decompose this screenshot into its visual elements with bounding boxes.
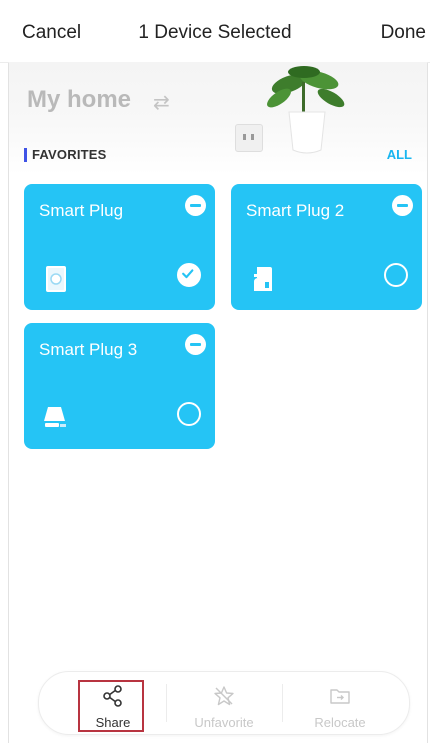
action-divider [166,684,167,722]
unfavorite-label: Unfavorite [194,715,254,730]
device-name: Smart Plug 3 [39,340,138,359]
swap-arrows-icon[interactable]: ⇄ [153,90,170,115]
favorites-accent-bar [24,148,27,162]
unfavorite-star-icon [214,686,234,706]
relocate-label: Relocate [314,715,366,730]
remove-favorite-icon[interactable] [392,195,413,216]
device-card-smart-plug-2[interactable]: Smart Plug 2 [231,184,422,310]
smart-plug-side-icon [254,267,272,291]
page-title: 1 Device Selected [138,22,292,43]
favorites-label: FAVORITES [32,147,107,162]
top-navigation-bar: Cancel 1 Device Selected Done [0,0,430,63]
selection-checkbox[interactable] [177,402,201,426]
action-divider [282,684,283,722]
favorites-header: FAVORITES ALL [24,146,412,166]
relocate-folder-icon [330,689,350,704]
device-name: Smart Plug [39,201,124,220]
smart-plug-lamp-icon [44,407,66,427]
home-title: My home [27,86,132,113]
remove-favorite-icon[interactable] [185,334,206,355]
device-card-smart-plug[interactable]: Smart Plug [24,184,215,310]
selection-checkbox[interactable] [384,263,408,287]
potted-plant-image [267,66,345,154]
checkmark-icon [182,269,194,279]
frame-border-right [427,62,428,743]
device-name: Smart Plug 2 [246,201,345,220]
unfavorite-action[interactable]: Unfavorite [179,672,269,734]
all-link[interactable]: ALL [387,147,412,162]
selection-checkbox[interactable] [177,263,201,287]
smart-plug-icon [46,266,66,292]
remove-favorite-icon[interactable] [185,195,206,216]
share-highlight-box [78,680,144,732]
relocate-action[interactable]: Relocate [295,672,385,734]
done-button[interactable]: Done [381,22,426,44]
device-card-smart-plug-3[interactable]: Smart Plug 3 [24,323,215,449]
